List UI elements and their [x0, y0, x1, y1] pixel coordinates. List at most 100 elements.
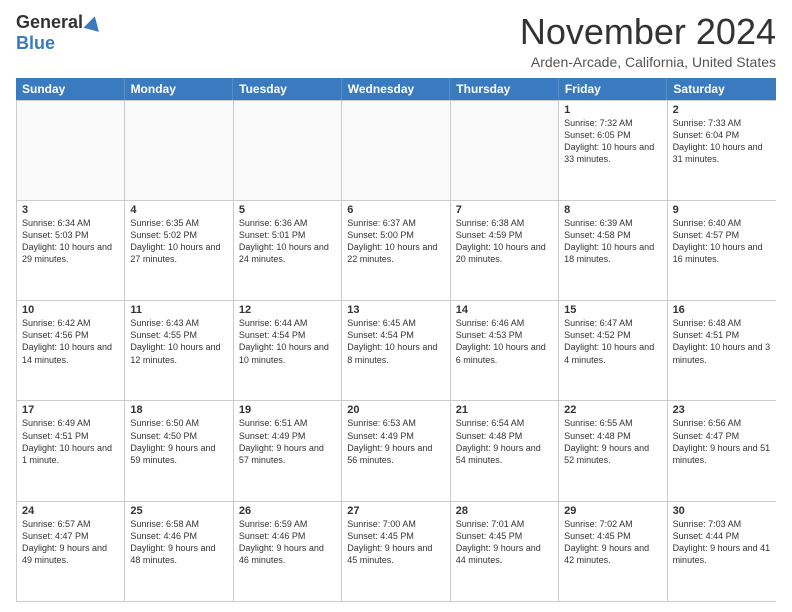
- calendar-cell: 3Sunrise: 6:34 AM Sunset: 5:03 PM Daylig…: [17, 201, 125, 300]
- calendar-cell: 27Sunrise: 7:00 AM Sunset: 4:45 PM Dayli…: [342, 502, 450, 601]
- calendar-cell: 10Sunrise: 6:42 AM Sunset: 4:56 PM Dayli…: [17, 301, 125, 400]
- calendar-row: 17Sunrise: 6:49 AM Sunset: 4:51 PM Dayli…: [17, 400, 776, 500]
- calendar-row: 1Sunrise: 7:32 AM Sunset: 6:05 PM Daylig…: [17, 100, 776, 200]
- cell-text: Sunrise: 6:50 AM Sunset: 4:50 PM Dayligh…: [130, 417, 227, 466]
- cell-text: Sunrise: 6:51 AM Sunset: 4:49 PM Dayligh…: [239, 417, 336, 466]
- calendar-cell: [451, 101, 559, 200]
- calendar-cell: 20Sunrise: 6:53 AM Sunset: 4:49 PM Dayli…: [342, 401, 450, 500]
- location: Arden-Arcade, California, United States: [520, 54, 776, 70]
- calendar-cell: 24Sunrise: 6:57 AM Sunset: 4:47 PM Dayli…: [17, 502, 125, 601]
- cell-text: Sunrise: 7:03 AM Sunset: 4:44 PM Dayligh…: [673, 518, 771, 567]
- cell-text: Sunrise: 6:35 AM Sunset: 5:02 PM Dayligh…: [130, 217, 227, 266]
- day-number: 24: [22, 505, 119, 517]
- calendar-cell: 22Sunrise: 6:55 AM Sunset: 4:48 PM Dayli…: [559, 401, 667, 500]
- day-number: 27: [347, 505, 444, 517]
- day-number: 7: [456, 204, 553, 216]
- cell-text: Sunrise: 6:45 AM Sunset: 4:54 PM Dayligh…: [347, 317, 444, 366]
- logo-blue-text: Blue: [16, 33, 55, 54]
- day-number: 23: [673, 404, 771, 416]
- cell-text: Sunrise: 6:55 AM Sunset: 4:48 PM Dayligh…: [564, 417, 661, 466]
- cell-text: Sunrise: 6:49 AM Sunset: 4:51 PM Dayligh…: [22, 417, 119, 466]
- calendar-cell: 8Sunrise: 6:39 AM Sunset: 4:58 PM Daylig…: [559, 201, 667, 300]
- cell-text: Sunrise: 6:47 AM Sunset: 4:52 PM Dayligh…: [564, 317, 661, 366]
- calendar-row: 24Sunrise: 6:57 AM Sunset: 4:47 PM Dayli…: [17, 501, 776, 601]
- day-number: 13: [347, 304, 444, 316]
- calendar-cell: 19Sunrise: 6:51 AM Sunset: 4:49 PM Dayli…: [234, 401, 342, 500]
- day-number: 28: [456, 505, 553, 517]
- logo: General Blue: [16, 12, 101, 54]
- calendar-cell: [342, 101, 450, 200]
- calendar-row: 3Sunrise: 6:34 AM Sunset: 5:03 PM Daylig…: [17, 200, 776, 300]
- day-number: 29: [564, 505, 661, 517]
- cell-text: Sunrise: 6:58 AM Sunset: 4:46 PM Dayligh…: [130, 518, 227, 567]
- cell-text: Sunrise: 6:34 AM Sunset: 5:03 PM Dayligh…: [22, 217, 119, 266]
- calendar-cell: [125, 101, 233, 200]
- cell-text: Sunrise: 6:38 AM Sunset: 4:59 PM Dayligh…: [456, 217, 553, 266]
- day-number: 3: [22, 204, 119, 216]
- day-number: 18: [130, 404, 227, 416]
- calendar-cell: 15Sunrise: 6:47 AM Sunset: 4:52 PM Dayli…: [559, 301, 667, 400]
- calendar-header-day: Wednesday: [342, 78, 451, 100]
- month-title: November 2024: [520, 12, 776, 52]
- day-number: 16: [673, 304, 771, 316]
- day-number: 11: [130, 304, 227, 316]
- calendar-cell: 14Sunrise: 6:46 AM Sunset: 4:53 PM Dayli…: [451, 301, 559, 400]
- day-number: 9: [673, 204, 771, 216]
- calendar-cell: [17, 101, 125, 200]
- cell-text: Sunrise: 7:33 AM Sunset: 6:04 PM Dayligh…: [673, 117, 771, 166]
- cell-text: Sunrise: 6:53 AM Sunset: 4:49 PM Dayligh…: [347, 417, 444, 466]
- calendar-cell: 29Sunrise: 7:02 AM Sunset: 4:45 PM Dayli…: [559, 502, 667, 601]
- day-number: 20: [347, 404, 444, 416]
- day-number: 22: [564, 404, 661, 416]
- day-number: 17: [22, 404, 119, 416]
- calendar-cell: 21Sunrise: 6:54 AM Sunset: 4:48 PM Dayli…: [451, 401, 559, 500]
- calendar-cell: 30Sunrise: 7:03 AM Sunset: 4:44 PM Dayli…: [668, 502, 776, 601]
- day-number: 8: [564, 204, 661, 216]
- cell-text: Sunrise: 7:01 AM Sunset: 4:45 PM Dayligh…: [456, 518, 553, 567]
- cell-text: Sunrise: 6:54 AM Sunset: 4:48 PM Dayligh…: [456, 417, 553, 466]
- day-number: 30: [673, 505, 771, 517]
- day-number: 26: [239, 505, 336, 517]
- header: General Blue November 2024 Arden-Arcade,…: [16, 12, 776, 70]
- cell-text: Sunrise: 6:48 AM Sunset: 4:51 PM Dayligh…: [673, 317, 771, 366]
- cell-text: Sunrise: 6:46 AM Sunset: 4:53 PM Dayligh…: [456, 317, 553, 366]
- cell-text: Sunrise: 7:02 AM Sunset: 4:45 PM Dayligh…: [564, 518, 661, 567]
- day-number: 4: [130, 204, 227, 216]
- calendar-header-day: Friday: [559, 78, 668, 100]
- cell-text: Sunrise: 6:39 AM Sunset: 4:58 PM Dayligh…: [564, 217, 661, 266]
- calendar-cell: 9Sunrise: 6:40 AM Sunset: 4:57 PM Daylig…: [668, 201, 776, 300]
- day-number: 15: [564, 304, 661, 316]
- calendar-cell: 23Sunrise: 6:56 AM Sunset: 4:47 PM Dayli…: [668, 401, 776, 500]
- calendar-header-day: Saturday: [667, 78, 776, 100]
- cell-text: Sunrise: 6:44 AM Sunset: 4:54 PM Dayligh…: [239, 317, 336, 366]
- day-number: 10: [22, 304, 119, 316]
- calendar-cell: 17Sunrise: 6:49 AM Sunset: 4:51 PM Dayli…: [17, 401, 125, 500]
- day-number: 19: [239, 404, 336, 416]
- calendar-cell: 28Sunrise: 7:01 AM Sunset: 4:45 PM Dayli…: [451, 502, 559, 601]
- calendar-header: SundayMondayTuesdayWednesdayThursdayFrid…: [16, 78, 776, 100]
- calendar-header-day: Monday: [125, 78, 234, 100]
- calendar-cell: 26Sunrise: 6:59 AM Sunset: 4:46 PM Dayli…: [234, 502, 342, 601]
- calendar-cell: 18Sunrise: 6:50 AM Sunset: 4:50 PM Dayli…: [125, 401, 233, 500]
- day-number: 5: [239, 204, 336, 216]
- calendar-row: 10Sunrise: 6:42 AM Sunset: 4:56 PM Dayli…: [17, 300, 776, 400]
- cell-text: Sunrise: 7:32 AM Sunset: 6:05 PM Dayligh…: [564, 117, 661, 166]
- day-number: 2: [673, 104, 771, 116]
- calendar-cell: 1Sunrise: 7:32 AM Sunset: 6:05 PM Daylig…: [559, 101, 667, 200]
- day-number: 12: [239, 304, 336, 316]
- calendar-cell: [234, 101, 342, 200]
- day-number: 6: [347, 204, 444, 216]
- calendar-cell: 5Sunrise: 6:36 AM Sunset: 5:01 PM Daylig…: [234, 201, 342, 300]
- calendar-body: 1Sunrise: 7:32 AM Sunset: 6:05 PM Daylig…: [16, 100, 776, 602]
- calendar-cell: 7Sunrise: 6:38 AM Sunset: 4:59 PM Daylig…: [451, 201, 559, 300]
- cell-text: Sunrise: 6:42 AM Sunset: 4:56 PM Dayligh…: [22, 317, 119, 366]
- cell-text: Sunrise: 6:40 AM Sunset: 4:57 PM Dayligh…: [673, 217, 771, 266]
- cell-text: Sunrise: 6:37 AM Sunset: 5:00 PM Dayligh…: [347, 217, 444, 266]
- day-number: 21: [456, 404, 553, 416]
- calendar-header-day: Tuesday: [233, 78, 342, 100]
- cell-text: Sunrise: 6:57 AM Sunset: 4:47 PM Dayligh…: [22, 518, 119, 567]
- cell-text: Sunrise: 6:56 AM Sunset: 4:47 PM Dayligh…: [673, 417, 771, 466]
- calendar-cell: 16Sunrise: 6:48 AM Sunset: 4:51 PM Dayli…: [668, 301, 776, 400]
- calendar: SundayMondayTuesdayWednesdayThursdayFrid…: [16, 78, 776, 602]
- calendar-cell: 12Sunrise: 6:44 AM Sunset: 4:54 PM Dayli…: [234, 301, 342, 400]
